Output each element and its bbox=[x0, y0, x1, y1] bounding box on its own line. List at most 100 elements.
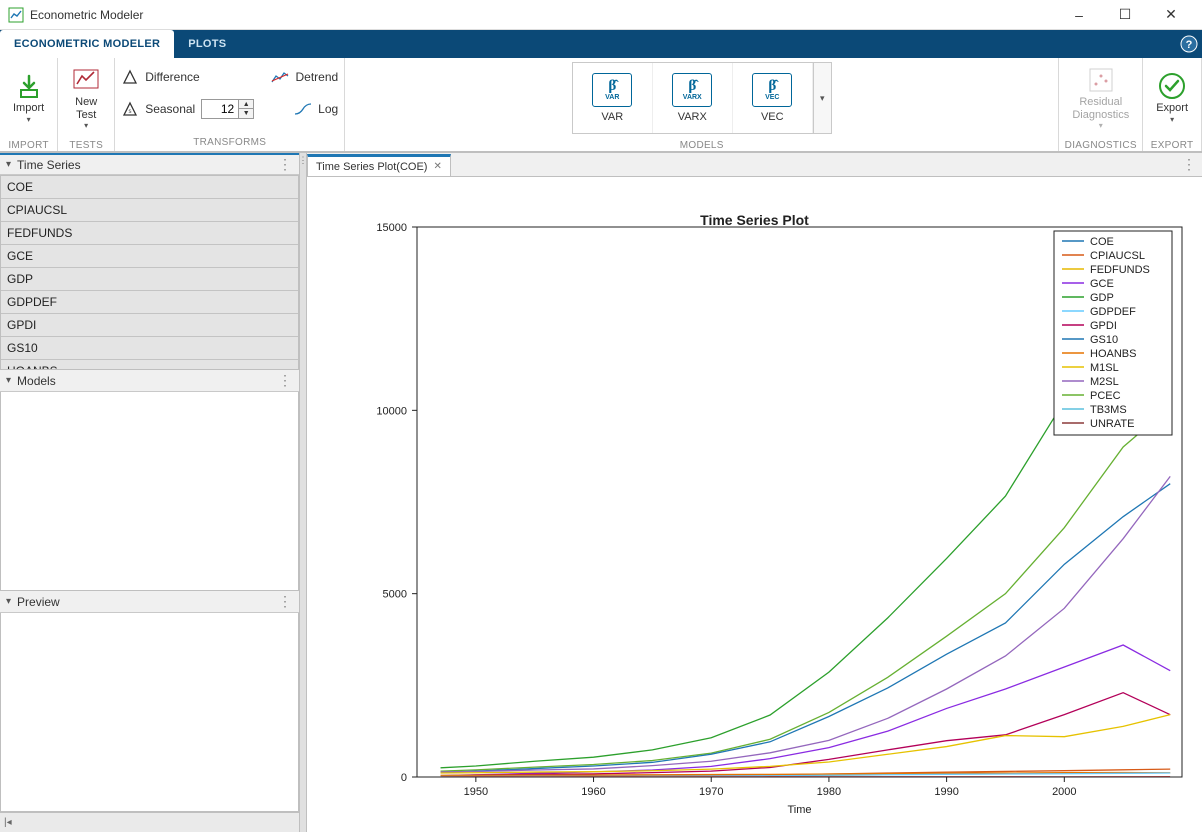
seasonal-icon: s bbox=[121, 100, 139, 118]
panel-header-preview[interactable]: ▾ Preview ⋮ bbox=[0, 591, 299, 613]
panel-menu-icon[interactable]: ⋮ bbox=[278, 593, 293, 610]
chevron-down-icon: ▾ bbox=[1170, 115, 1174, 124]
list-item[interactable]: FEDFUNDS bbox=[1, 222, 298, 245]
model-var[interactable]: β̂VAR VAR bbox=[573, 63, 653, 133]
maximize-button[interactable]: ☐ bbox=[1102, 0, 1148, 30]
log-button[interactable]: Log bbox=[294, 94, 338, 124]
panel-menu-icon[interactable]: ⋮ bbox=[278, 372, 293, 389]
list-item[interactable]: GPDI bbox=[1, 314, 298, 337]
svg-text:GPDI: GPDI bbox=[1090, 320, 1117, 332]
svg-text:HOANBS: HOANBS bbox=[1090, 348, 1136, 360]
list-item[interactable]: HOANBS bbox=[1, 360, 298, 370]
chevron-down-icon: ▾ bbox=[1099, 121, 1103, 130]
close-icon[interactable]: ✕ bbox=[433, 161, 441, 172]
svg-text:M2SL: M2SL bbox=[1090, 376, 1119, 388]
svg-text:5000: 5000 bbox=[383, 589, 407, 601]
panel-header-models[interactable]: ▾ Models ⋮ bbox=[0, 370, 299, 392]
chevron-down-icon: ▾ bbox=[6, 375, 11, 386]
list-item[interactable]: CPIAUCSL bbox=[1, 199, 298, 222]
group-tests: New Test ▾ TESTS bbox=[58, 58, 115, 151]
toolstrip: Import ▾ IMPORT New Test ▾ TESTS Differe… bbox=[0, 58, 1202, 153]
main-tabstrip: ECONOMETRIC MODELER PLOTS ? bbox=[0, 30, 1202, 58]
titlebar: Econometric Modeler – ☐ ✕ bbox=[0, 0, 1202, 30]
export-button[interactable]: Export ▾ bbox=[1149, 62, 1195, 134]
export-icon bbox=[1158, 72, 1186, 100]
group-transforms: Difference Detrend s Seasonal ▲▼ bbox=[115, 58, 345, 151]
spin-up[interactable]: ▲ bbox=[239, 100, 253, 109]
panel-header-timeseries[interactable]: ▾ Time Series ⋮ bbox=[0, 153, 299, 175]
new-test-button[interactable]: New Test ▾ bbox=[64, 62, 108, 134]
residual-diagnostics-button: Residual Diagnostics ▾ bbox=[1065, 62, 1136, 134]
time-series-chart: 050001000015000195019601970198019902000T… bbox=[307, 177, 1202, 832]
chevron-down-icon: ▾ bbox=[6, 596, 11, 607]
svg-text:1980: 1980 bbox=[817, 786, 841, 798]
list-item[interactable]: COE bbox=[1, 176, 298, 199]
import-icon bbox=[15, 72, 43, 100]
svg-text:GDP: GDP bbox=[1090, 292, 1114, 304]
difference-icon bbox=[121, 68, 139, 86]
model-varx[interactable]: β̂VARX VARX bbox=[653, 63, 733, 133]
list-item[interactable]: GDP bbox=[1, 268, 298, 291]
tab-plots[interactable]: PLOTS bbox=[174, 30, 240, 58]
bottom-statusbar: |◂ bbox=[0, 812, 299, 832]
doc-tab-timeseriesplot[interactable]: Time Series Plot(COE) ✕ bbox=[307, 154, 451, 176]
svg-text:10000: 10000 bbox=[376, 405, 407, 417]
right-pane: Time Series Plot(COE) ✕ ⋮ Time Series Pl… bbox=[307, 153, 1202, 832]
svg-text:1960: 1960 bbox=[581, 786, 605, 798]
models-gallery-dropdown[interactable]: ▾ bbox=[813, 63, 831, 133]
plot-area: Time Series Plot 05000100001500019501960… bbox=[307, 177, 1202, 832]
svg-text:PCEC: PCEC bbox=[1090, 390, 1121, 402]
svg-text:2000: 2000 bbox=[1052, 786, 1076, 798]
minimize-button[interactable]: – bbox=[1056, 0, 1102, 30]
svg-text:GCE: GCE bbox=[1090, 278, 1114, 290]
document-tabs: Time Series Plot(COE) ✕ ⋮ bbox=[307, 153, 1202, 177]
close-button[interactable]: ✕ bbox=[1148, 0, 1194, 30]
new-test-icon bbox=[72, 66, 100, 94]
diagnostics-icon bbox=[1087, 66, 1115, 94]
list-item[interactable]: GS10 bbox=[1, 337, 298, 360]
detrend-button[interactable]: Detrend bbox=[271, 62, 338, 92]
app-icon bbox=[8, 7, 24, 23]
log-icon bbox=[294, 100, 312, 118]
nav-first-icon[interactable]: |◂ bbox=[4, 817, 12, 828]
help-button[interactable]: ? bbox=[1176, 30, 1202, 58]
svg-text:0: 0 bbox=[401, 772, 407, 784]
chevron-down-icon: ▾ bbox=[27, 115, 31, 124]
timeseries-list[interactable]: COECPIAUCSLFEDFUNDSGCEGDPGDPDEFGPDIGS10H… bbox=[0, 175, 299, 370]
spin-down[interactable]: ▼ bbox=[239, 109, 253, 118]
panel-menu-icon[interactable]: ⋮ bbox=[1176, 153, 1202, 176]
svg-text:1950: 1950 bbox=[464, 786, 488, 798]
detrend-icon bbox=[271, 68, 289, 86]
tab-econometric-modeler[interactable]: ECONOMETRIC MODELER bbox=[0, 30, 174, 58]
panel-menu-icon[interactable]: ⋮ bbox=[278, 156, 293, 173]
models-gallery: β̂VAR VAR β̂VARX VARX β̂VEC VEC ▾ bbox=[572, 62, 832, 134]
chevron-down-icon: ▾ bbox=[84, 121, 88, 130]
svg-text:GS10: GS10 bbox=[1090, 334, 1118, 346]
svg-text:TB3MS: TB3MS bbox=[1090, 404, 1127, 416]
group-export: Export ▾ EXPORT bbox=[1143, 58, 1202, 151]
svg-text:1990: 1990 bbox=[934, 786, 958, 798]
seasonal-row: s Seasonal ▲▼ bbox=[121, 94, 254, 124]
vertical-splitter[interactable]: ⋮ bbox=[300, 153, 307, 832]
left-pane: ▾ Time Series ⋮ COECPIAUCSLFEDFUNDSGCEGD… bbox=[0, 153, 300, 832]
svg-text:CPIAUCSL: CPIAUCSL bbox=[1090, 250, 1145, 262]
model-vec[interactable]: β̂VEC VEC bbox=[733, 63, 813, 133]
import-button[interactable]: Import ▾ bbox=[6, 62, 51, 134]
seasonal-spinner[interactable]: ▲▼ bbox=[201, 99, 254, 119]
preview-panel-body bbox=[0, 613, 299, 812]
svg-text:FEDFUNDS: FEDFUNDS bbox=[1090, 264, 1150, 276]
group-import: Import ▾ IMPORT bbox=[0, 58, 58, 151]
svg-text:UNRATE: UNRATE bbox=[1090, 418, 1134, 430]
difference-button[interactable]: Difference bbox=[121, 62, 199, 92]
list-item[interactable]: GCE bbox=[1, 245, 298, 268]
chevron-down-icon: ▾ bbox=[6, 159, 11, 170]
svg-text:15000: 15000 bbox=[376, 222, 407, 234]
list-item[interactable]: GDPDEF bbox=[1, 291, 298, 314]
window-title: Econometric Modeler bbox=[30, 8, 1056, 22]
svg-text:?: ? bbox=[1186, 39, 1193, 51]
svg-text:COE: COE bbox=[1090, 236, 1114, 248]
svg-text:GDPDEF: GDPDEF bbox=[1090, 306, 1136, 318]
svg-text:s: s bbox=[129, 109, 132, 115]
seasonal-input[interactable] bbox=[202, 100, 238, 118]
models-panel-body bbox=[0, 392, 299, 591]
